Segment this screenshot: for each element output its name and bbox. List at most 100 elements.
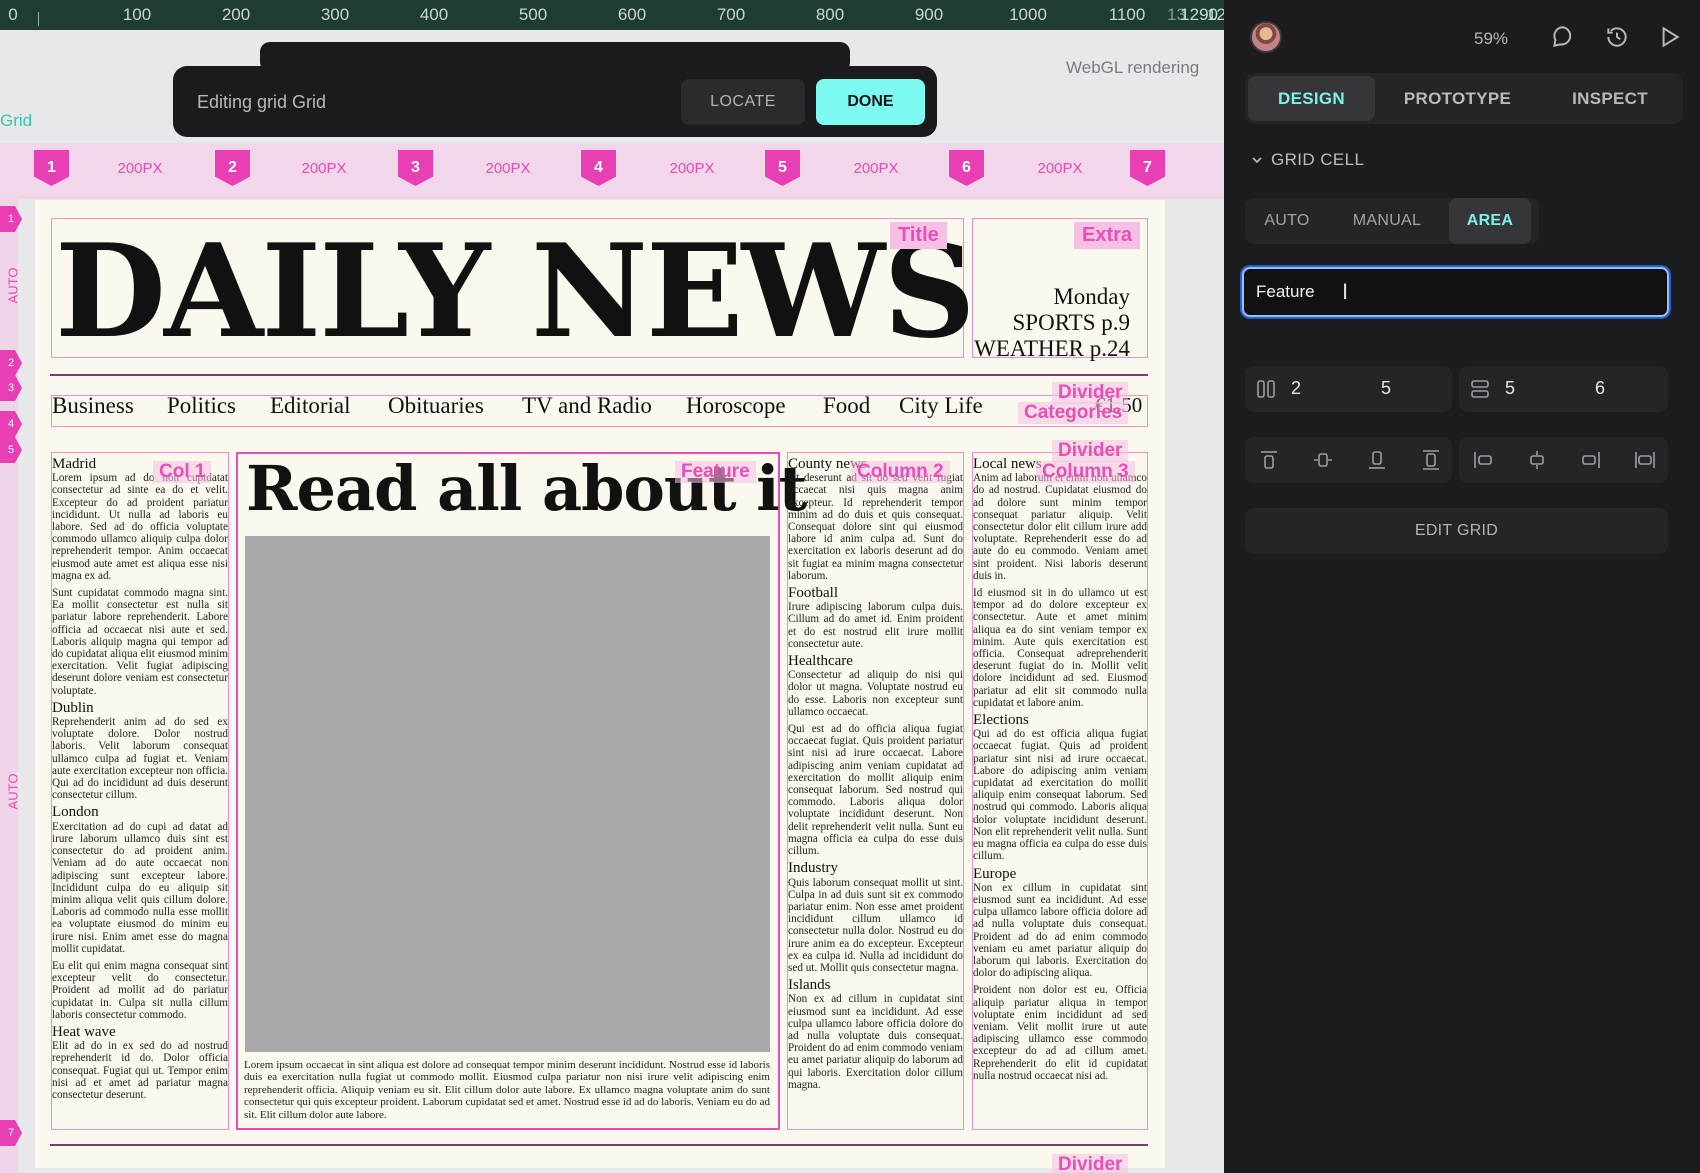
- article-text: Consectetur ad aliquip do nisi qui dolor…: [788, 669, 963, 718]
- grid-column-marker[interactable]: 2: [215, 150, 250, 186]
- date-line: WEATHER p.24: [974, 336, 1130, 361]
- renderer-label: WebGL rendering: [1066, 58, 1200, 77]
- masthead-date-block: Monday SPORTS p.9 WEATHER p.24: [972, 284, 1130, 362]
- done-button[interactable]: DONE: [816, 79, 925, 125]
- rows-icon: [1471, 380, 1489, 398]
- tab-design[interactable]: DESIGN: [1248, 76, 1375, 121]
- area-tag-divider[interactable]: Divider: [1052, 1154, 1129, 1173]
- row-end-input[interactable]: 6: [1595, 378, 1605, 399]
- column-start-input[interactable]: 2: [1291, 378, 1301, 399]
- article-text: Ut deserunt ad sit do sed velit fugiat o…: [788, 472, 963, 582]
- horizontal-ruler: 0 100 200 300 400 500 600 700 800 900 10…: [0, 0, 1224, 30]
- align-center-icon[interactable]: [1525, 448, 1549, 472]
- design-canvas[interactable]: 0 100 200 300 400 500 600 700 800 900 10…: [0, 0, 1224, 1173]
- article-heading: Heat wave: [52, 1023, 116, 1040]
- grid-row-marker[interactable]: 1: [0, 206, 22, 232]
- grid-row-size[interactable]: AUTO: [5, 774, 20, 810]
- article-text: Eu elit qui enim magna consequat sint ex…: [52, 959, 228, 1021]
- row-start-input[interactable]: 5: [1505, 378, 1515, 399]
- mode-auto[interactable]: AUTO: [1245, 198, 1329, 244]
- article-text: Sunt cupidatat commodo magna sint. Ea mo…: [52, 587, 228, 697]
- align-left-icon[interactable]: [1471, 448, 1495, 472]
- user-avatar[interactable]: [1250, 21, 1282, 53]
- area-name-input[interactable]: [1242, 267, 1669, 317]
- article-text: Id eiusmod sit in do ullamco ut est temp…: [973, 587, 1147, 709]
- feature-image-placeholder: [245, 536, 770, 1052]
- grid-row-marker[interactable]: 5: [0, 437, 22, 463]
- area-tag-column3[interactable]: Column 3: [1036, 461, 1135, 483]
- area-tag-extra[interactable]: Extra: [1074, 222, 1141, 249]
- date-line: Monday: [1053, 284, 1130, 309]
- grid-column-marker[interactable]: 1: [34, 150, 69, 186]
- mode-area[interactable]: AREA: [1449, 198, 1531, 244]
- align-bottom-icon[interactable]: [1365, 448, 1389, 472]
- row-span-field: 5 6: [1459, 366, 1668, 412]
- column-span-field: 2 5: [1245, 366, 1452, 412]
- article-text: Reprehenderit anim ad do sed ex voluptat…: [52, 716, 228, 802]
- article-text: Non ex cillum in cupidatat sint eiusmod …: [973, 881, 1147, 980]
- grid-column-width[interactable]: 200PX: [117, 160, 162, 177]
- align-right-icon[interactable]: [1579, 448, 1603, 472]
- columns-icon: [1257, 380, 1275, 398]
- frame-label[interactable]: Grid: [0, 111, 32, 131]
- locate-button[interactable]: LOCATE: [681, 79, 805, 125]
- ruler-tick: 200: [221, 5, 251, 24]
- area-tag-divider[interactable]: Divider: [1052, 382, 1129, 404]
- edit-grid-button[interactable]: EDIT GRID: [1245, 508, 1668, 554]
- history-icon[interactable]: [1604, 24, 1630, 50]
- grid-column-width[interactable]: 200PX: [1037, 160, 1082, 177]
- tab-inspect[interactable]: INSPECT: [1540, 76, 1680, 121]
- grid-row-size[interactable]: AUTO: [5, 268, 20, 304]
- grid-column-width[interactable]: 200PX: [669, 160, 714, 177]
- date-line: SPORTS p.9: [1012, 310, 1131, 335]
- align-top-icon[interactable]: [1257, 448, 1281, 472]
- grid-row-marker[interactable]: 7: [0, 1120, 22, 1146]
- article-heading: Healthcare: [788, 653, 853, 670]
- area-tag-title[interactable]: Title: [890, 222, 947, 249]
- app-window: 0 100 200 300 400 500 600 700 800 900 10…: [0, 0, 1700, 1173]
- ruler-tick: 900: [914, 5, 944, 24]
- article-heading: Football: [788, 585, 839, 602]
- ruler-origin-tick: [38, 12, 39, 26]
- grid-cell-section-header[interactable]: GRID CELL: [1251, 150, 1364, 170]
- article-text: Anim ad laborum et enim non ullamco do a…: [973, 472, 1147, 582]
- grid-cell-mode: AUTO MANUAL AREA: [1245, 198, 1539, 244]
- align-middle-icon[interactable]: [1311, 448, 1335, 472]
- ruler-tick: 700: [716, 5, 746, 24]
- article-heading: Dublin: [52, 699, 94, 716]
- category-link: Editorial: [270, 393, 351, 418]
- divider-rule: [50, 1144, 1148, 1146]
- area-tag-feature[interactable]: Feature: [675, 461, 756, 483]
- grid-row-marker[interactable]: 2: [0, 350, 22, 376]
- area-tag-col1[interactable]: Col 1: [153, 461, 212, 483]
- grid-column-marker[interactable]: 3: [398, 150, 433, 186]
- section-title: GRID CELL: [1271, 150, 1365, 169]
- stretch-horizontal-icon[interactable]: [1633, 448, 1657, 472]
- panel-tabs: DESIGN PROTOTYPE INSPECT: [1245, 73, 1683, 124]
- ruler-tick: 1000: [1009, 5, 1047, 24]
- grid-column-marker[interactable]: 5: [765, 150, 800, 186]
- area-tag-column2[interactable]: Column 2: [851, 461, 950, 483]
- grid-column-width[interactable]: 200PX: [301, 160, 346, 177]
- grid-column-width[interactable]: 200PX: [485, 160, 530, 177]
- area-tag-divider[interactable]: Divider: [1052, 440, 1129, 462]
- mode-manual[interactable]: MANUAL: [1329, 198, 1445, 244]
- article-text: Elit ad do in ex sed do ad nostrud repre…: [52, 1040, 228, 1101]
- grid-row-marker[interactable]: 3: [0, 375, 22, 401]
- grid-column-marker[interactable]: 7: [1130, 150, 1165, 186]
- column-end-input[interactable]: 5: [1381, 378, 1391, 399]
- zoom-level[interactable]: 59%: [1474, 29, 1508, 49]
- grid-column-marker[interactable]: 4: [581, 150, 616, 186]
- tab-prototype[interactable]: PROTOTYPE: [1385, 76, 1530, 121]
- play-icon[interactable]: [1656, 24, 1682, 50]
- article-text: Qui ad do est officia aliqua fugiat occa…: [973, 728, 1147, 863]
- grid-row-marker[interactable]: 4: [0, 411, 22, 437]
- grid-column-width[interactable]: 200PX: [853, 160, 898, 177]
- feature-caption: Lorem ipsum occaecat in sint aliqua est …: [244, 1059, 770, 1121]
- comment-icon[interactable]: [1550, 24, 1576, 50]
- grid-column-marker[interactable]: 6: [949, 150, 984, 186]
- area-tag-categories[interactable]: Categories: [1018, 402, 1129, 424]
- stretch-vertical-icon[interactable]: [1419, 448, 1443, 472]
- article-heading: Elections: [973, 712, 1029, 729]
- ruler-end-value: 1290: [1180, 5, 1218, 24]
